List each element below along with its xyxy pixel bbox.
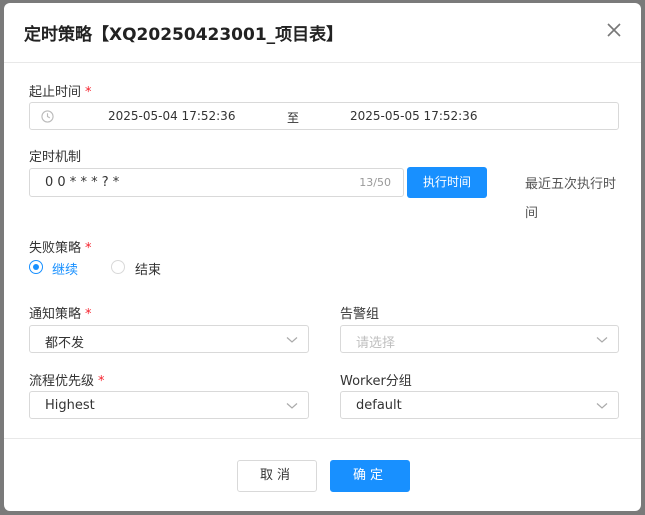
cron-input[interactable]: 0 0 * * * ? * 13/50 <box>29 168 404 197</box>
required-mark: * <box>85 241 92 256</box>
close-icon[interactable] <box>605 21 623 39</box>
chevron-down-icon <box>596 403 608 409</box>
notify-select[interactable]: 都不发 <box>29 325 309 353</box>
alarm-group-select[interactable]: 请选择 <box>340 325 619 353</box>
required-mark: * <box>85 307 92 322</box>
schedule-dialog: 定时策略【XQ20250423001_项目表】 起止时间 * 2025-05-04… <box>4 3 641 511</box>
chevron-down-icon <box>596 337 608 343</box>
notify-label: 通知策略 * <box>29 307 92 322</box>
start-time[interactable]: 2025-05-04 17:52:36 <box>108 109 235 123</box>
chevron-down-icon <box>286 403 298 409</box>
worker-group-value: default <box>356 398 402 413</box>
cancel-button[interactable]: 取消 <box>237 460 317 492</box>
alarm-group-label: 告警组 <box>340 307 380 322</box>
footer-divider <box>4 438 641 439</box>
worker-group-label: Worker分组 <box>340 374 412 389</box>
priority-value: Highest <box>45 398 95 413</box>
notify-value: 都不发 <box>45 336 85 351</box>
exec-time-button[interactable]: 执行时间 <box>407 167 487 198</box>
priority-select[interactable]: Highest <box>29 391 309 419</box>
radio-end[interactable] <box>111 260 125 274</box>
required-mark: * <box>98 374 105 389</box>
chevron-down-icon <box>286 337 298 343</box>
cron-label: 定时机制 <box>29 150 82 165</box>
confirm-button[interactable]: 确定 <box>330 460 410 492</box>
end-time[interactable]: 2025-05-05 17:52:36 <box>350 109 477 123</box>
time-range-picker[interactable]: 2025-05-04 17:52:36 至 2025-05-05 17:52:3… <box>29 102 619 130</box>
time-range-label: 起止时间 * <box>29 85 92 100</box>
dialog-title: 定时策略【XQ20250423001_项目表】 <box>24 25 344 45</box>
radio-continue[interactable] <box>29 260 43 274</box>
radio-end-label[interactable]: 结束 <box>135 259 161 278</box>
worker-group-select[interactable]: default <box>340 391 619 419</box>
char-count: 13/50 <box>359 176 391 189</box>
alarm-group-placeholder: 请选择 <box>356 336 396 351</box>
dialog-header: 定时策略【XQ20250423001_项目表】 <box>4 3 641 63</box>
cron-value: 0 0 * * * ? * <box>45 175 120 190</box>
failure-label: 失败策略 * <box>29 241 92 256</box>
radio-continue-label[interactable]: 继续 <box>52 259 78 278</box>
range-separator: 至 <box>287 111 300 125</box>
recent-five-label: 最近五次执行时间 <box>525 177 617 221</box>
priority-label: 流程优先级 * <box>29 374 105 389</box>
required-mark: * <box>85 85 92 100</box>
clock-icon <box>41 110 54 123</box>
